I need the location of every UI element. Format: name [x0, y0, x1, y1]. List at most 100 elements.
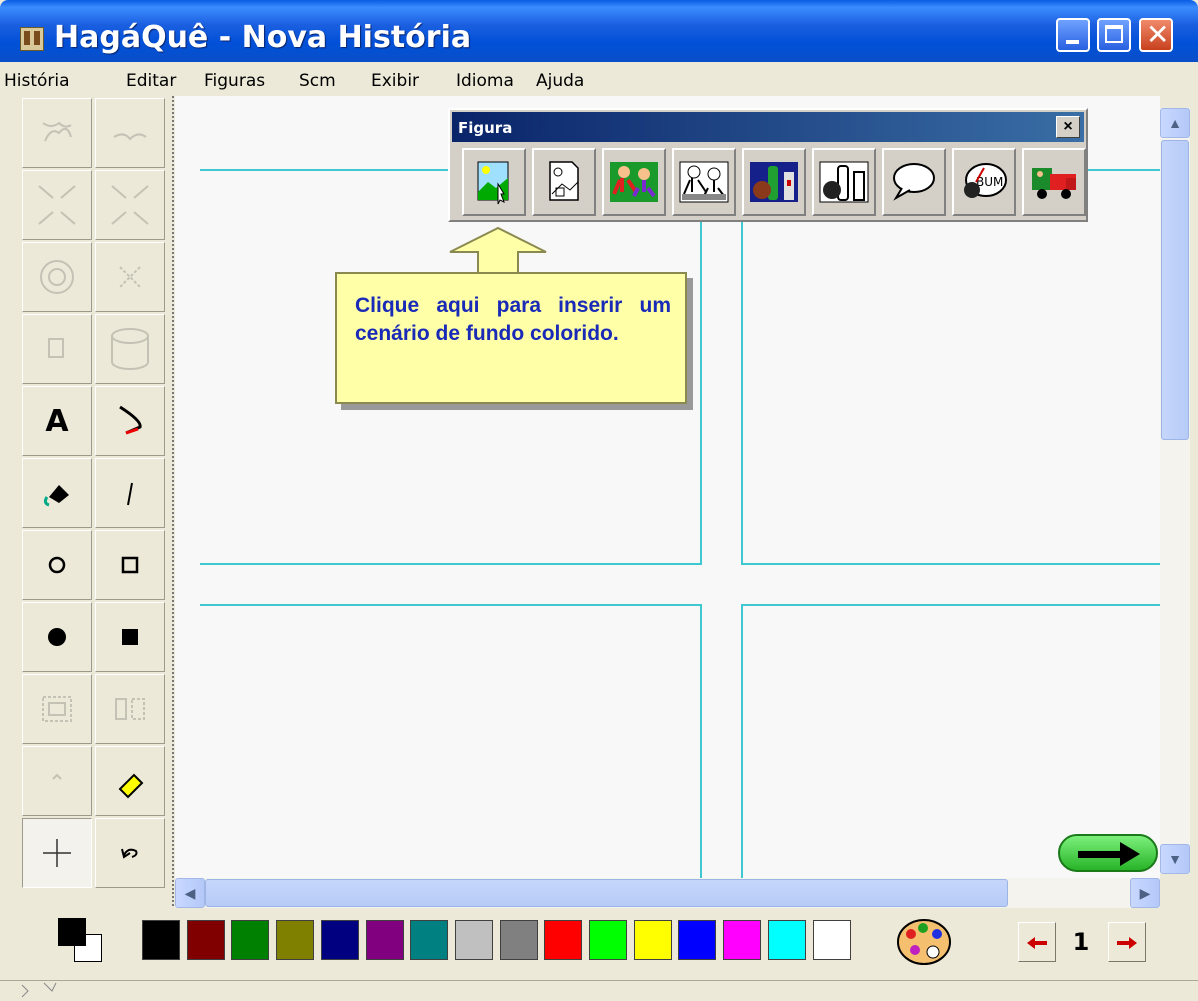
app-logo-icon — [20, 27, 44, 51]
enlarge-tool[interactable] — [95, 170, 165, 240]
menu-scm[interactable]: Scm — [299, 71, 336, 91]
color-swatch[interactable] — [678, 920, 716, 960]
app-window: HagáQuê - Nova História ✕ História Edita… — [0, 0, 1198, 1001]
custom-color-button[interactable] — [893, 916, 955, 968]
color-swatch[interactable] — [321, 920, 359, 960]
objeto-contorno-button[interactable] — [812, 148, 876, 216]
undo-icon — [121, 848, 138, 859]
truck-icon — [1032, 168, 1076, 199]
panel-border — [741, 604, 743, 878]
scroll-up-button[interactable]: ▲ — [1160, 108, 1190, 138]
objeto-colorido-button[interactable] — [742, 148, 806, 216]
callout-text: Clique aqui para inserir um cenário de f… — [355, 294, 671, 345]
next-panel-button[interactable] — [1058, 834, 1158, 872]
undo-tool[interactable] — [95, 818, 165, 888]
horizontal-scrollbar[interactable]: ◀ ▶ — [175, 878, 1160, 908]
shrink-icon — [38, 185, 76, 225]
shrink-tool[interactable] — [22, 170, 92, 240]
copy-tool[interactable] — [22, 314, 92, 384]
color-swatch[interactable] — [366, 920, 404, 960]
vertical-scroll-thumb[interactable] — [1161, 140, 1189, 440]
svg-text:BUM: BUM — [976, 175, 1003, 189]
balao-fala-button[interactable] — [882, 148, 946, 216]
title-bar[interactable]: HagáQuê - Nova História ✕ — [0, 0, 1198, 62]
panel-border — [700, 169, 702, 564]
filled-circle-icon — [48, 628, 66, 646]
personagem-colorido-button[interactable] — [602, 148, 666, 216]
rotate-icon — [40, 260, 74, 294]
cenario-colorido-button[interactable] — [462, 148, 526, 216]
redo-tool[interactable] — [22, 746, 92, 816]
current-colors[interactable] — [58, 918, 102, 962]
color-swatch[interactable] — [723, 920, 761, 960]
flip-horizontal-tool[interactable] — [95, 98, 165, 168]
page-number: 1 — [1072, 928, 1090, 956]
menu-idioma[interactable]: Idioma — [456, 71, 514, 91]
color-swatch[interactable] — [410, 920, 448, 960]
color-swatch[interactable] — [813, 920, 851, 960]
minimize-button[interactable] — [1056, 18, 1090, 52]
color-swatch[interactable] — [231, 920, 269, 960]
onomatopeia-button[interactable]: BUM — [952, 148, 1016, 216]
menu-historia[interactable]: História — [4, 71, 70, 91]
transporte-button[interactable] — [1022, 148, 1086, 216]
filled-ellipse-tool[interactable] — [22, 602, 92, 672]
text-tool[interactable]: A — [22, 386, 92, 456]
personagem-contorno-button[interactable] — [672, 148, 736, 216]
objeto-contorno-icon — [819, 161, 869, 203]
color-swatch[interactable] — [276, 920, 314, 960]
line-icon — [127, 482, 133, 506]
menu-exibir[interactable]: Exibir — [371, 71, 419, 91]
color-swatch[interactable] — [500, 920, 538, 960]
scroll-down-button[interactable]: ▼ — [1160, 844, 1190, 874]
scroll-left-button[interactable]: ◀ — [175, 878, 205, 908]
fill-tool[interactable] — [22, 458, 92, 528]
figura-title-bar[interactable]: Figura × — [452, 112, 1084, 142]
color-swatch[interactable] — [634, 920, 672, 960]
maximize-button[interactable] — [1097, 18, 1131, 52]
horizontal-scroll-thumb[interactable] — [205, 879, 1008, 907]
layer-tool[interactable] — [95, 314, 165, 384]
copy-icon — [48, 338, 64, 358]
cenario-contorno-button[interactable] — [532, 148, 596, 216]
delete-figure-tool[interactable] — [95, 242, 165, 312]
eraser-tool[interactable] — [95, 746, 165, 816]
pencil-tool[interactable] — [95, 386, 165, 456]
color-swatch[interactable] — [544, 920, 582, 960]
group-icon — [42, 696, 72, 722]
next-page-button[interactable] — [1108, 922, 1146, 962]
figura-toolbar: Figura × BUM — [448, 108, 1088, 222]
select-tool[interactable] — [22, 818, 92, 888]
personagem-contorno-icon — [679, 161, 729, 203]
pointer-arrow-icon — [449, 226, 547, 275]
color-swatch[interactable] — [142, 920, 180, 960]
menu-ajuda[interactable]: Ajuda — [536, 71, 584, 91]
cenario-colorido-icon — [477, 161, 509, 205]
figura-title: Figura — [458, 119, 513, 137]
close-button[interactable]: ✕ — [1139, 18, 1173, 52]
filled-square-icon — [122, 629, 138, 645]
menu-figuras[interactable]: Figuras — [204, 71, 265, 91]
rotate-tool[interactable] — [22, 242, 92, 312]
previous-page-button[interactable] — [1018, 922, 1056, 962]
vertical-scrollbar[interactable]: ▲ ▼ — [1160, 108, 1190, 874]
filled-rectangle-tool[interactable] — [95, 602, 165, 672]
status-bar — [0, 980, 1198, 1001]
color-swatch[interactable] — [589, 920, 627, 960]
status-grip-icon — [21, 982, 57, 998]
caret-icon — [52, 773, 62, 780]
figura-close-button[interactable]: × — [1056, 116, 1080, 138]
scroll-right-button[interactable]: ▶ — [1130, 878, 1160, 908]
menu-editar[interactable]: Editar — [126, 71, 176, 91]
color-swatch[interactable] — [768, 920, 806, 960]
color-swatch[interactable] — [187, 920, 225, 960]
rectangle-tool[interactable] — [95, 530, 165, 600]
tooltip-callout: Clique aqui para inserir um cenário de f… — [335, 272, 687, 404]
line-tool[interactable] — [95, 458, 165, 528]
color-swatch[interactable] — [455, 920, 493, 960]
ellipse-tool[interactable] — [22, 530, 92, 600]
flip-vertical-tool[interactable] — [22, 98, 92, 168]
toolbox: A — [20, 96, 174, 906]
group-tool[interactable] — [22, 674, 92, 744]
ungroup-tool[interactable] — [95, 674, 165, 744]
